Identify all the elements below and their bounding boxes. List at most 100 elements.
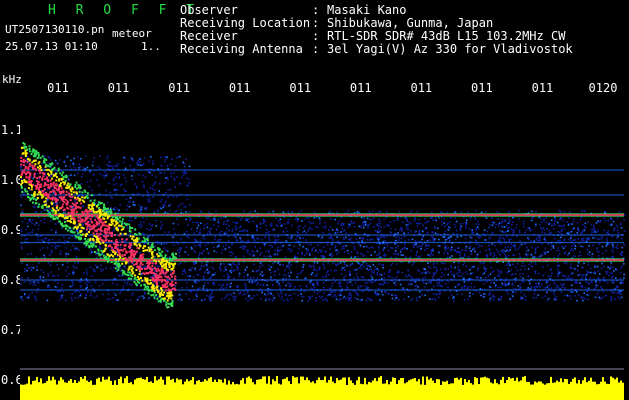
noise-pixel — [72, 163, 75, 165]
noise-pixel — [159, 265, 161, 267]
noise-pixel — [379, 273, 382, 276]
noise-pixel — [299, 272, 302, 274]
noise-pixel — [105, 189, 107, 192]
noise-pixel — [413, 243, 415, 246]
noise-pixel — [180, 262, 182, 264]
noise-pixel — [82, 173, 84, 175]
noise-pixel — [34, 206, 36, 208]
plot-area — [20, 96, 624, 400]
noise-pixel — [54, 223, 57, 225]
echo-pixel — [100, 227, 102, 230]
noise-pixel — [60, 250, 62, 253]
noise-pixel — [522, 272, 525, 275]
noise-pixel — [341, 222, 343, 224]
noise-pixel — [554, 237, 556, 240]
echo-pixel — [62, 171, 65, 174]
noise-pixel — [195, 221, 198, 224]
noise-pixel — [620, 296, 623, 299]
noise-pixel — [74, 261, 76, 264]
noise-pixel — [543, 251, 545, 253]
noise-pixel — [224, 297, 226, 299]
noise-pixel — [539, 285, 541, 288]
noise-pixel — [103, 177, 105, 179]
noise-pixel — [58, 239, 61, 241]
noise-pixel — [520, 243, 523, 246]
x-tick-label: 011 — [350, 81, 372, 95]
echo-pixel — [60, 187, 63, 190]
noise-pixel — [42, 271, 45, 274]
noise-pixel — [43, 218, 46, 220]
noise-pixel — [252, 220, 255, 223]
noise-pixel — [525, 250, 527, 253]
noise-pixel — [344, 269, 346, 271]
noise-pixel — [384, 242, 386, 245]
noise-pixel — [617, 232, 620, 234]
noise-pixel — [574, 247, 576, 250]
noise-pixel — [384, 281, 386, 284]
noise-pixel — [168, 231, 170, 233]
noise-pixel — [616, 244, 619, 246]
noise-pixel — [77, 156, 79, 158]
noise-pixel — [178, 263, 180, 265]
echo-pixel — [167, 297, 170, 300]
noise-pixel — [577, 261, 580, 264]
noise-pixel — [368, 211, 371, 213]
echo-pixel — [151, 262, 154, 265]
noise-pixel — [418, 229, 421, 232]
noise-pixel — [133, 167, 136, 170]
noise-pixel — [116, 208, 119, 211]
noise-pixel — [160, 164, 163, 167]
echo-pixel — [175, 252, 177, 255]
echo-pixel — [121, 220, 124, 223]
noise-pixel — [330, 293, 332, 296]
echo-pixel — [138, 277, 141, 280]
noise-pixel — [371, 246, 374, 249]
noise-pixel — [334, 280, 337, 283]
noise-pixel — [426, 247, 428, 250]
noise-pixel — [202, 237, 204, 239]
noise-pixel — [410, 230, 412, 232]
noise-pixel — [366, 238, 369, 241]
noise-pixel — [619, 282, 622, 284]
noise-pixel — [334, 232, 337, 234]
noise-pixel — [131, 178, 133, 181]
noise-pixel — [612, 251, 614, 253]
noise-pixel — [357, 255, 359, 258]
noise-pixel — [350, 251, 353, 253]
noise-pixel — [378, 287, 380, 290]
noise-pixel — [151, 235, 154, 238]
noise-pixel — [459, 223, 461, 225]
noise-pixel — [80, 176, 83, 178]
noise-pixel — [268, 249, 270, 252]
noise-pixel — [51, 238, 54, 241]
noise-pixel — [308, 220, 310, 223]
noise-pixel — [311, 295, 313, 298]
echo-pixel — [156, 297, 159, 300]
noise-pixel — [99, 155, 101, 157]
noise-pixel — [233, 263, 236, 266]
noise-pixel — [381, 278, 383, 280]
noise-pixel — [59, 201, 61, 204]
noise-pixel — [317, 244, 319, 246]
noise-pixel — [385, 224, 388, 226]
noise-pixel — [376, 274, 378, 276]
noise-pixel — [282, 280, 284, 283]
noise-pixel — [229, 251, 231, 253]
noise-pixel — [376, 272, 379, 274]
noise-pixel — [227, 240, 230, 242]
noise-pixel — [109, 298, 111, 300]
noise-pixel — [34, 224, 36, 226]
noise-pixel — [381, 235, 383, 238]
noise-pixel — [541, 296, 544, 299]
noise-pixel — [582, 246, 584, 248]
noise-pixel — [136, 163, 139, 165]
noise-pixel — [288, 268, 291, 271]
noise-pixel — [73, 267, 76, 269]
noise-pixel — [29, 221, 32, 223]
noise-pixel — [519, 276, 522, 278]
echo-pixel — [58, 220, 61, 223]
noise-pixel — [39, 249, 42, 251]
noise-pixel — [503, 240, 506, 243]
noise-pixel — [490, 252, 492, 255]
echo-pixel — [103, 204, 106, 207]
